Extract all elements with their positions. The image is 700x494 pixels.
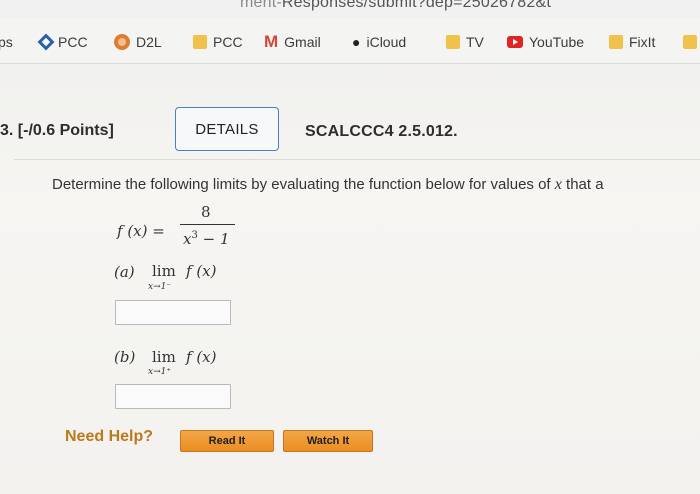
bookmark-label: TV [466, 34, 484, 50]
part-b-label: (b) [114, 348, 136, 366]
bookmark-d2l[interactable]: D2L [114, 32, 162, 52]
bookmarks-bar: ps PCC D2L PCC M Gmail ● iCloud TV YouTu… [0, 18, 700, 64]
bookmark-overflow[interactable] [683, 32, 697, 52]
bookmark-gmail[interactable]: M Gmail [264, 32, 321, 52]
need-help-label: Need Help? [65, 428, 154, 445]
part-a-subscript: x→1⁻ [148, 282, 172, 292]
url-text: ment-Responses/submit?dep=25026782&t [240, 0, 551, 12]
fraction-denominator: x3 − 1 [183, 230, 230, 248]
question-points: [-/0.6 Points] [17, 122, 114, 139]
bookmark-icloud[interactable]: ● iCloud [352, 32, 406, 52]
bookmark-label: YouTube [529, 34, 585, 50]
bookmark-label: PCC [213, 34, 243, 50]
part-a-lim: lim [152, 262, 176, 280]
answer-input-a[interactable] [115, 300, 231, 325]
part-b-lim: lim [152, 348, 176, 366]
bookmark-label: Gmail [284, 34, 321, 50]
part-a-function: f (x) [186, 262, 217, 280]
fraction-numerator: 8 [201, 203, 211, 221]
fraction-bar [180, 224, 235, 225]
prompt-end: that a [561, 176, 604, 193]
bookmark-label: ps [0, 34, 13, 50]
watch-it-button[interactable]: Watch It [283, 430, 373, 452]
prompt-variable: x [554, 176, 562, 193]
part-b-function: f (x) [186, 348, 217, 366]
folder-icon [446, 35, 460, 49]
apple-icon: ● [352, 34, 361, 50]
prompt-start: Determine the following limits by evalua… [52, 176, 555, 193]
bookmark-label: PCC [58, 34, 88, 50]
answer-input-b[interactable] [115, 384, 231, 409]
browser-window: ment-Responses/submit?dep=25026782&t ps … [0, 0, 700, 494]
bookmark-label: FixIt [629, 34, 656, 50]
question-number: 3. [0, 122, 14, 139]
read-it-button[interactable]: Read It [180, 430, 274, 452]
diamond-icon [37, 33, 55, 51]
bookmark-label: D2L [136, 34, 162, 50]
bookmark-pcc[interactable]: PCC [37, 32, 88, 52]
bookmark-apps[interactable]: ps [0, 32, 13, 52]
bookmark-youtube[interactable]: YouTube [507, 32, 584, 52]
divider [14, 159, 700, 160]
question-code: SCALCCC4 2.5.012. [305, 123, 458, 140]
bookmark-fixit[interactable]: FixIt [609, 32, 655, 52]
part-a-label: (a) [114, 263, 135, 281]
bookmark-pcc-folder[interactable]: PCC [193, 32, 243, 52]
folder-icon [193, 35, 207, 49]
question-panel: 3. [-/0.6 Points] DETAILS SCALCCC4 2.5.0… [0, 64, 700, 494]
function-lhs: f (x) = [117, 222, 165, 240]
folder-icon [683, 35, 697, 49]
bookmark-label: iCloud [366, 34, 407, 50]
gmail-icon: M [264, 32, 279, 51]
part-b-subscript: x→1⁺ [148, 367, 172, 377]
youtube-icon [507, 36, 523, 48]
url-faded: ment- [240, 0, 282, 11]
bookmark-tv[interactable]: TV [446, 32, 484, 52]
details-button[interactable]: DETAILS [175, 107, 279, 151]
question-heading: 3. [-/0.6 Points] [0, 122, 114, 140]
d2l-icon [114, 34, 130, 50]
denominator-rest: − 1 [197, 230, 230, 248]
question-prompt: Determine the following limits by evalua… [52, 176, 604, 194]
address-bar[interactable]: ment-Responses/submit?dep=25026782&t [0, 0, 700, 18]
folder-icon [609, 35, 623, 49]
url-main: Responses/submit?dep=25026782&t [281, 0, 551, 11]
